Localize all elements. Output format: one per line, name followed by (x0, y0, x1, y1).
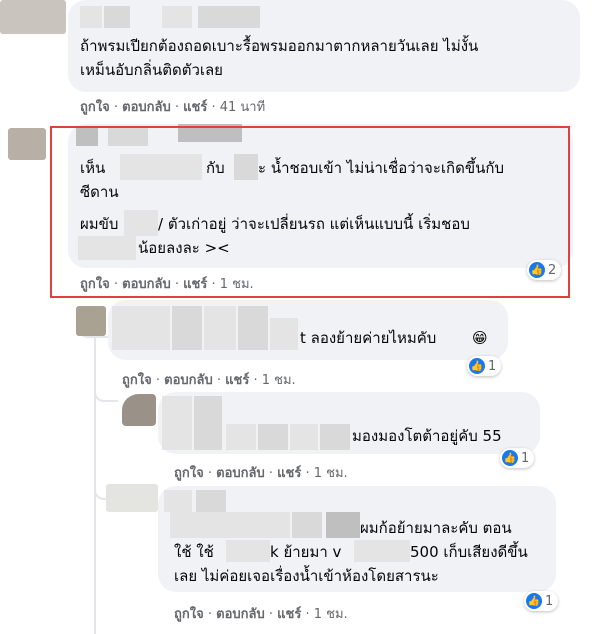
avatar[interactable] (106, 484, 158, 512)
like-link[interactable]: ถูกใจ (122, 373, 152, 388)
comment-actions: ถูกใจ · ตอบกลับ · แชร์ · 41 นาที (80, 100, 266, 115)
blurred-text (320, 424, 350, 450)
reaction-badge[interactable]: 👍 1 (467, 356, 502, 376)
comment-text: ใช้ ใช้ (174, 543, 214, 561)
grin-emoji: 😁 (472, 329, 488, 347)
blurred-text (226, 424, 256, 450)
thread-branch (94, 380, 118, 402)
like-link[interactable]: ถูกใจ (174, 466, 204, 481)
reaction-count: 1 (545, 593, 554, 609)
reaction-count: 1 (521, 450, 530, 466)
comment-text: 500 เก็บเสียงดีขึ้น (410, 543, 528, 561)
highlight-box (50, 126, 570, 298)
blurred-text (204, 306, 236, 350)
blurred-name (104, 6, 130, 28)
timestamp[interactable]: 41 นาที (220, 100, 265, 115)
like-link[interactable]: ถูกใจ (174, 607, 204, 622)
share-link[interactable]: แชร์ (277, 466, 301, 481)
reaction-badge[interactable]: 👍 1 (500, 448, 535, 468)
timestamp[interactable]: 1 ชม. (314, 607, 348, 622)
reply-link[interactable]: ตอบกลับ (216, 607, 265, 622)
blurred-text (196, 490, 226, 512)
comment-text: ถ้าพรมเปียกต้องถอดเบาะรื้อพรมออกมาตากหลา… (80, 37, 479, 55)
comment-text: เหม็นอับกลิ่นติดตัวเลย (80, 61, 223, 79)
reply-link[interactable]: ตอบกลับ (122, 100, 171, 115)
avatar[interactable] (0, 0, 66, 34)
like-link[interactable]: ถูกใจ (80, 100, 110, 115)
blurred-text (290, 424, 318, 450)
blurred-text (170, 512, 290, 538)
share-link[interactable]: แชร์ (225, 373, 249, 388)
reply-link[interactable]: ตอบกลับ (216, 466, 265, 481)
share-link[interactable]: แชร์ (183, 100, 207, 115)
timestamp[interactable]: 1 ชม. (262, 373, 296, 388)
blurred-text (292, 512, 322, 538)
avatar[interactable] (76, 306, 106, 336)
blurred-text (164, 490, 192, 512)
like-icon: 👍 (469, 358, 485, 374)
comment-actions: ถูกใจ · ตอบกลับ · แชร์ · 1 ชม. (174, 607, 348, 622)
like-icon: 👍 (502, 450, 518, 466)
blurred-text (194, 396, 222, 450)
blurred-text (172, 306, 202, 350)
comment-actions: ถูกใจ · ตอบกลับ · แชร์ · 1 ชม. (174, 466, 348, 481)
blurred-text (112, 306, 170, 350)
blurred-text (354, 540, 410, 562)
timestamp[interactable]: 1 ชม. (314, 466, 348, 481)
blurred-text (238, 306, 268, 350)
comment-text: เลย ไม่ค่อยเจอเรื่องน้ำเข้าห้องโดยสารนะ (174, 567, 439, 585)
blurred-text (226, 540, 270, 562)
blurred-text (326, 512, 360, 538)
reply-link[interactable]: ตอบกลับ (164, 373, 213, 388)
comment-text: ผมก้อย้ายมาละคับ ตอน (360, 519, 512, 537)
avatar[interactable] (8, 128, 46, 160)
comment-actions: ถูกใจ · ตอบกลับ · แชร์ · 1 ชม. (122, 373, 296, 388)
blurred-text (258, 424, 288, 450)
blurred-text (162, 396, 192, 450)
blurred-name (80, 6, 102, 28)
like-icon: 👍 (526, 593, 542, 609)
blurred-name (162, 6, 192, 28)
blurred-name (198, 6, 260, 28)
reaction-count: 1 (488, 358, 497, 374)
reaction-badge[interactable]: 👍 1 (524, 591, 559, 611)
comment-text: t ลองย้ายค่ายไหมคับ (300, 329, 437, 347)
blurred-text (270, 318, 298, 350)
comment-text: มองมองโตต้าอยู่คับ 55 (352, 427, 502, 445)
share-link[interactable]: แชร์ (277, 607, 301, 622)
comment-text: k ย้ายมา v (270, 543, 342, 561)
avatar[interactable] (122, 394, 156, 426)
